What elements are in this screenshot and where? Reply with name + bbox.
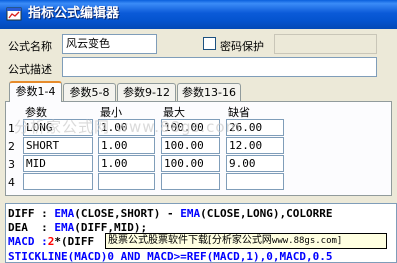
param-min-input[interactable]: 1.00 xyxy=(98,119,155,136)
param-name-input[interactable]: LONG xyxy=(23,119,93,136)
tab-params-5-8[interactable]: 参数5-8 xyxy=(63,83,116,101)
param-min-input[interactable] xyxy=(98,173,155,190)
param-min-input[interactable]: 1.00 xyxy=(98,137,155,154)
param-name-input[interactable] xyxy=(23,173,93,190)
password-protect-label: 密码保护 xyxy=(220,40,264,53)
code-line: MACD :2*(DIFF xyxy=(8,235,94,249)
code-token: (CLOSE,SHORT) - xyxy=(74,207,181,220)
title-bar[interactable]: 指标公式编辑器 xyxy=(0,0,397,29)
code-keyword: EMA xyxy=(54,207,75,220)
code-token: *(DIFF xyxy=(54,235,95,248)
param-row-number: 4 xyxy=(8,176,15,189)
code-token: MACD : xyxy=(8,235,48,248)
password-protect-checkbox[interactable] xyxy=(203,37,216,50)
formula-desc-label: 公式描述 xyxy=(8,63,52,76)
window-app-icon[interactable] xyxy=(6,6,22,22)
tab-params-13-16[interactable]: 参数13-16 xyxy=(177,83,241,101)
param-row-number: 1 xyxy=(8,122,15,135)
param-row-number: 3 xyxy=(8,158,15,171)
window-title: 指标公式编辑器 xyxy=(28,6,120,21)
code-line: STICKLINE(MACD)0 AND MACD>=REF(MACD,1),0… xyxy=(8,250,333,263)
param-default-input[interactable] xyxy=(226,173,284,190)
param-max-input[interactable]: 100.00 xyxy=(161,137,220,154)
param-max-header: 最大 xyxy=(163,106,185,119)
param-name-input[interactable]: SHORT xyxy=(23,137,93,154)
code-line: DIFF : EMA(CLOSE,SHORT) - EMA(CLOSE,LONG… xyxy=(8,207,333,221)
code-keyword: EMA xyxy=(180,207,201,220)
tab-params-1-4[interactable]: 参数1-4 xyxy=(9,81,62,102)
tab-params-9-12[interactable]: 参数9-12 xyxy=(117,83,176,101)
param-default-input[interactable]: 12.00 xyxy=(226,137,284,154)
param-name-header: 参数 xyxy=(25,106,47,119)
code-token: DEA : xyxy=(8,221,55,234)
tooltip-site: www.88gs.com] xyxy=(271,236,343,246)
code-token: (CLOSE,LONG),COLORRE xyxy=(200,207,333,220)
autocomplete-tooltip: 股票公式股票软件下载[分析家公式网www.88gs.com] xyxy=(105,233,387,249)
code-keyword: EMA xyxy=(54,221,75,234)
tooltip-text: 股票公式股票软件下载[分析家公式网 xyxy=(108,235,272,246)
param-row-number: 2 xyxy=(8,140,15,153)
param-max-input[interactable] xyxy=(161,173,220,190)
param-default-input[interactable]: 9.00 xyxy=(226,155,284,172)
formula-name-input[interactable]: 风云变色 xyxy=(62,34,157,54)
param-max-input[interactable]: 100.00 xyxy=(161,119,220,136)
code-token: DIFF : xyxy=(8,207,55,220)
param-name-input[interactable]: MID xyxy=(23,155,93,172)
password-input[interactable] xyxy=(274,34,377,54)
param-max-input[interactable]: 100.00 xyxy=(161,155,220,172)
param-default-header: 缺省 xyxy=(228,106,250,119)
formula-desc-input[interactable] xyxy=(62,57,377,77)
param-default-input[interactable]: 26.00 xyxy=(226,119,284,136)
formula-name-label: 公式名称 xyxy=(8,40,52,53)
param-min-input[interactable]: 1.00 xyxy=(98,155,155,172)
param-min-header: 最小 xyxy=(100,106,122,119)
code-token: STICKLINE(MACD)0 AND MACD>=REF(MACD,1),0… xyxy=(8,250,333,263)
